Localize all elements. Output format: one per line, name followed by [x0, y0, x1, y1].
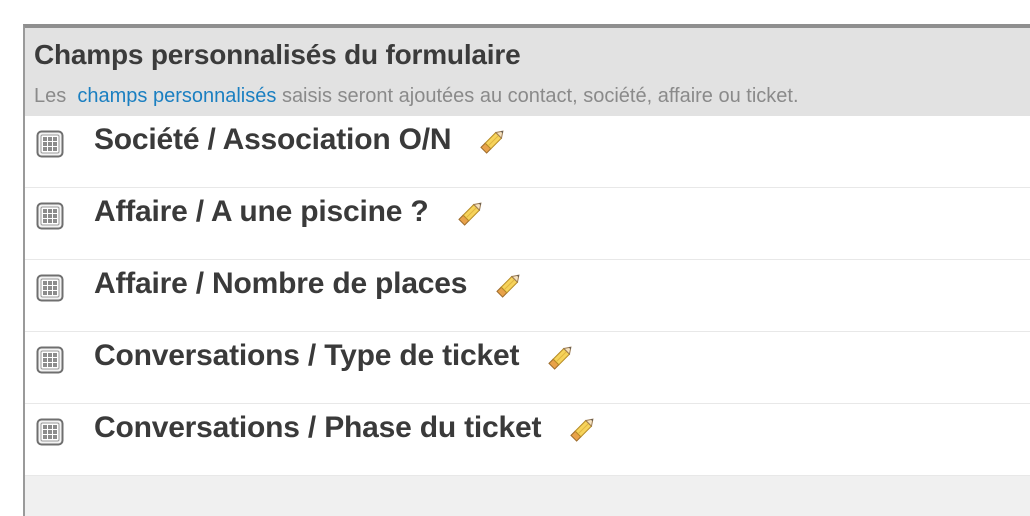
grid-icon[interactable]: [36, 202, 64, 230]
panel-footer: [25, 476, 1030, 516]
field-label: Affaire / A une piscine ?: [94, 195, 429, 228]
field-row: Conversations / Phase du ticket: [25, 404, 1030, 476]
pencil-icon[interactable]: [493, 269, 525, 301]
field-row: Société / Association O/N: [25, 116, 1030, 188]
pencil-icon[interactable]: [545, 341, 577, 373]
field-label: Conversations / Type de ticket: [94, 339, 520, 372]
pencil-icon[interactable]: [567, 413, 599, 445]
subtitle-prefix: Les: [34, 85, 67, 107]
pencil-icon[interactable]: [455, 197, 487, 229]
grid-icon[interactable]: [36, 274, 64, 302]
field-list: Société / Association O/N Affaire / A un…: [25, 116, 1030, 476]
custom-fields-link[interactable]: champs personnalisés: [77, 85, 276, 107]
field-row: Affaire / Nombre de places: [25, 260, 1030, 332]
custom-fields-panel: Champs personnalisés du formulaire Les c…: [23, 24, 1030, 516]
grid-icon[interactable]: [36, 346, 64, 374]
field-label: Affaire / Nombre de places: [94, 267, 468, 300]
field-label: Société / Association O/N: [94, 123, 452, 156]
panel-subtitle: Les champs personnalisés saisis seront a…: [34, 83, 1030, 109]
pencil-icon[interactable]: [477, 125, 509, 157]
grid-icon[interactable]: [36, 130, 64, 158]
panel-header: Champs personnalisés du formulaire Les c…: [25, 28, 1030, 116]
field-row: Affaire / A une piscine ?: [25, 188, 1030, 260]
field-row: Conversations / Type de ticket: [25, 332, 1030, 404]
grid-icon[interactable]: [36, 418, 64, 446]
field-label: Conversations / Phase du ticket: [94, 411, 542, 444]
panel-title: Champs personnalisés du formulaire: [34, 39, 521, 70]
subtitle-suffix: saisis seront ajoutées au contact, socié…: [281, 85, 799, 107]
